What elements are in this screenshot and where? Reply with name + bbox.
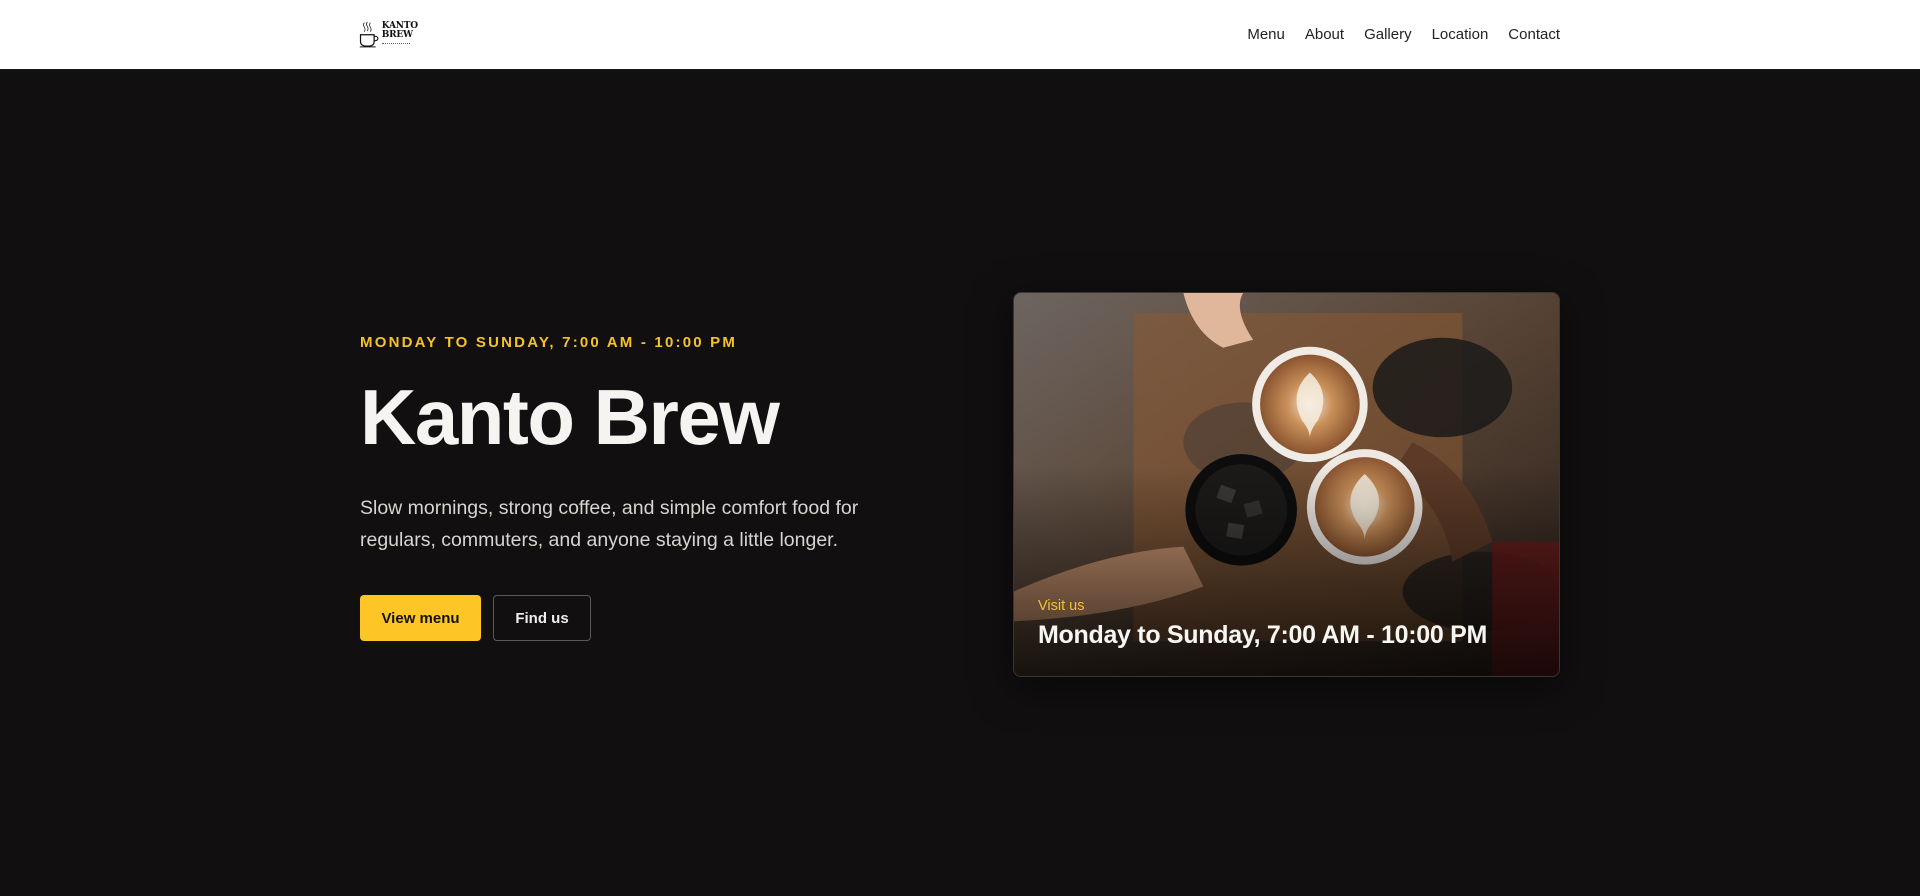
hero-eyebrow-hours: MONDAY TO SUNDAY, 7:00 AM - 10:00 PM [360,334,738,351]
visit-card-caption: Visit us Monday to Sunday, 7:00 AM - 10:… [1038,598,1487,650]
visit-card-kicker: Visit us [1038,598,1085,614]
nav-item-about[interactable]: About [1305,26,1344,43]
hero-description: Slow mornings, strong coffee, and simple… [360,497,859,551]
logo[interactable]: KANTO BREW [359,16,435,52]
visit-card-hours: Monday to Sunday, 7:00 AM - 10:00 PM [1038,621,1488,649]
main-nav: Menu About Gallery Location Contact [1247,0,1560,68]
site-header: KANTO BREW Menu About Gallery Location C… [0,0,1920,70]
hero-actions: View menu Find us [360,595,960,641]
view-menu-button[interactable]: View menu [360,595,481,641]
hero-title: Kanto Brew [360,373,780,461]
nav-item-location[interactable]: Location [1432,26,1489,43]
find-us-button[interactable]: Find us [493,595,591,641]
hero-section: MONDAY TO SUNDAY, 7:00 AM - 10:00 PM Kan… [0,70,1920,896]
logo-tagline-line [381,43,410,45]
coffee-cup-icon [359,21,379,48]
hero-content: MONDAY TO SUNDAY, 7:00 AM - 10:00 PM Kan… [360,334,960,641]
logo-wordmark: KANTO BREW [381,21,418,40]
nav-item-contact[interactable]: Contact [1508,26,1560,43]
nav-item-menu[interactable]: Menu [1247,26,1285,43]
visit-card: Visit us Monday to Sunday, 7:00 AM - 10:… [1013,292,1560,677]
nav-item-gallery[interactable]: Gallery [1364,26,1412,43]
